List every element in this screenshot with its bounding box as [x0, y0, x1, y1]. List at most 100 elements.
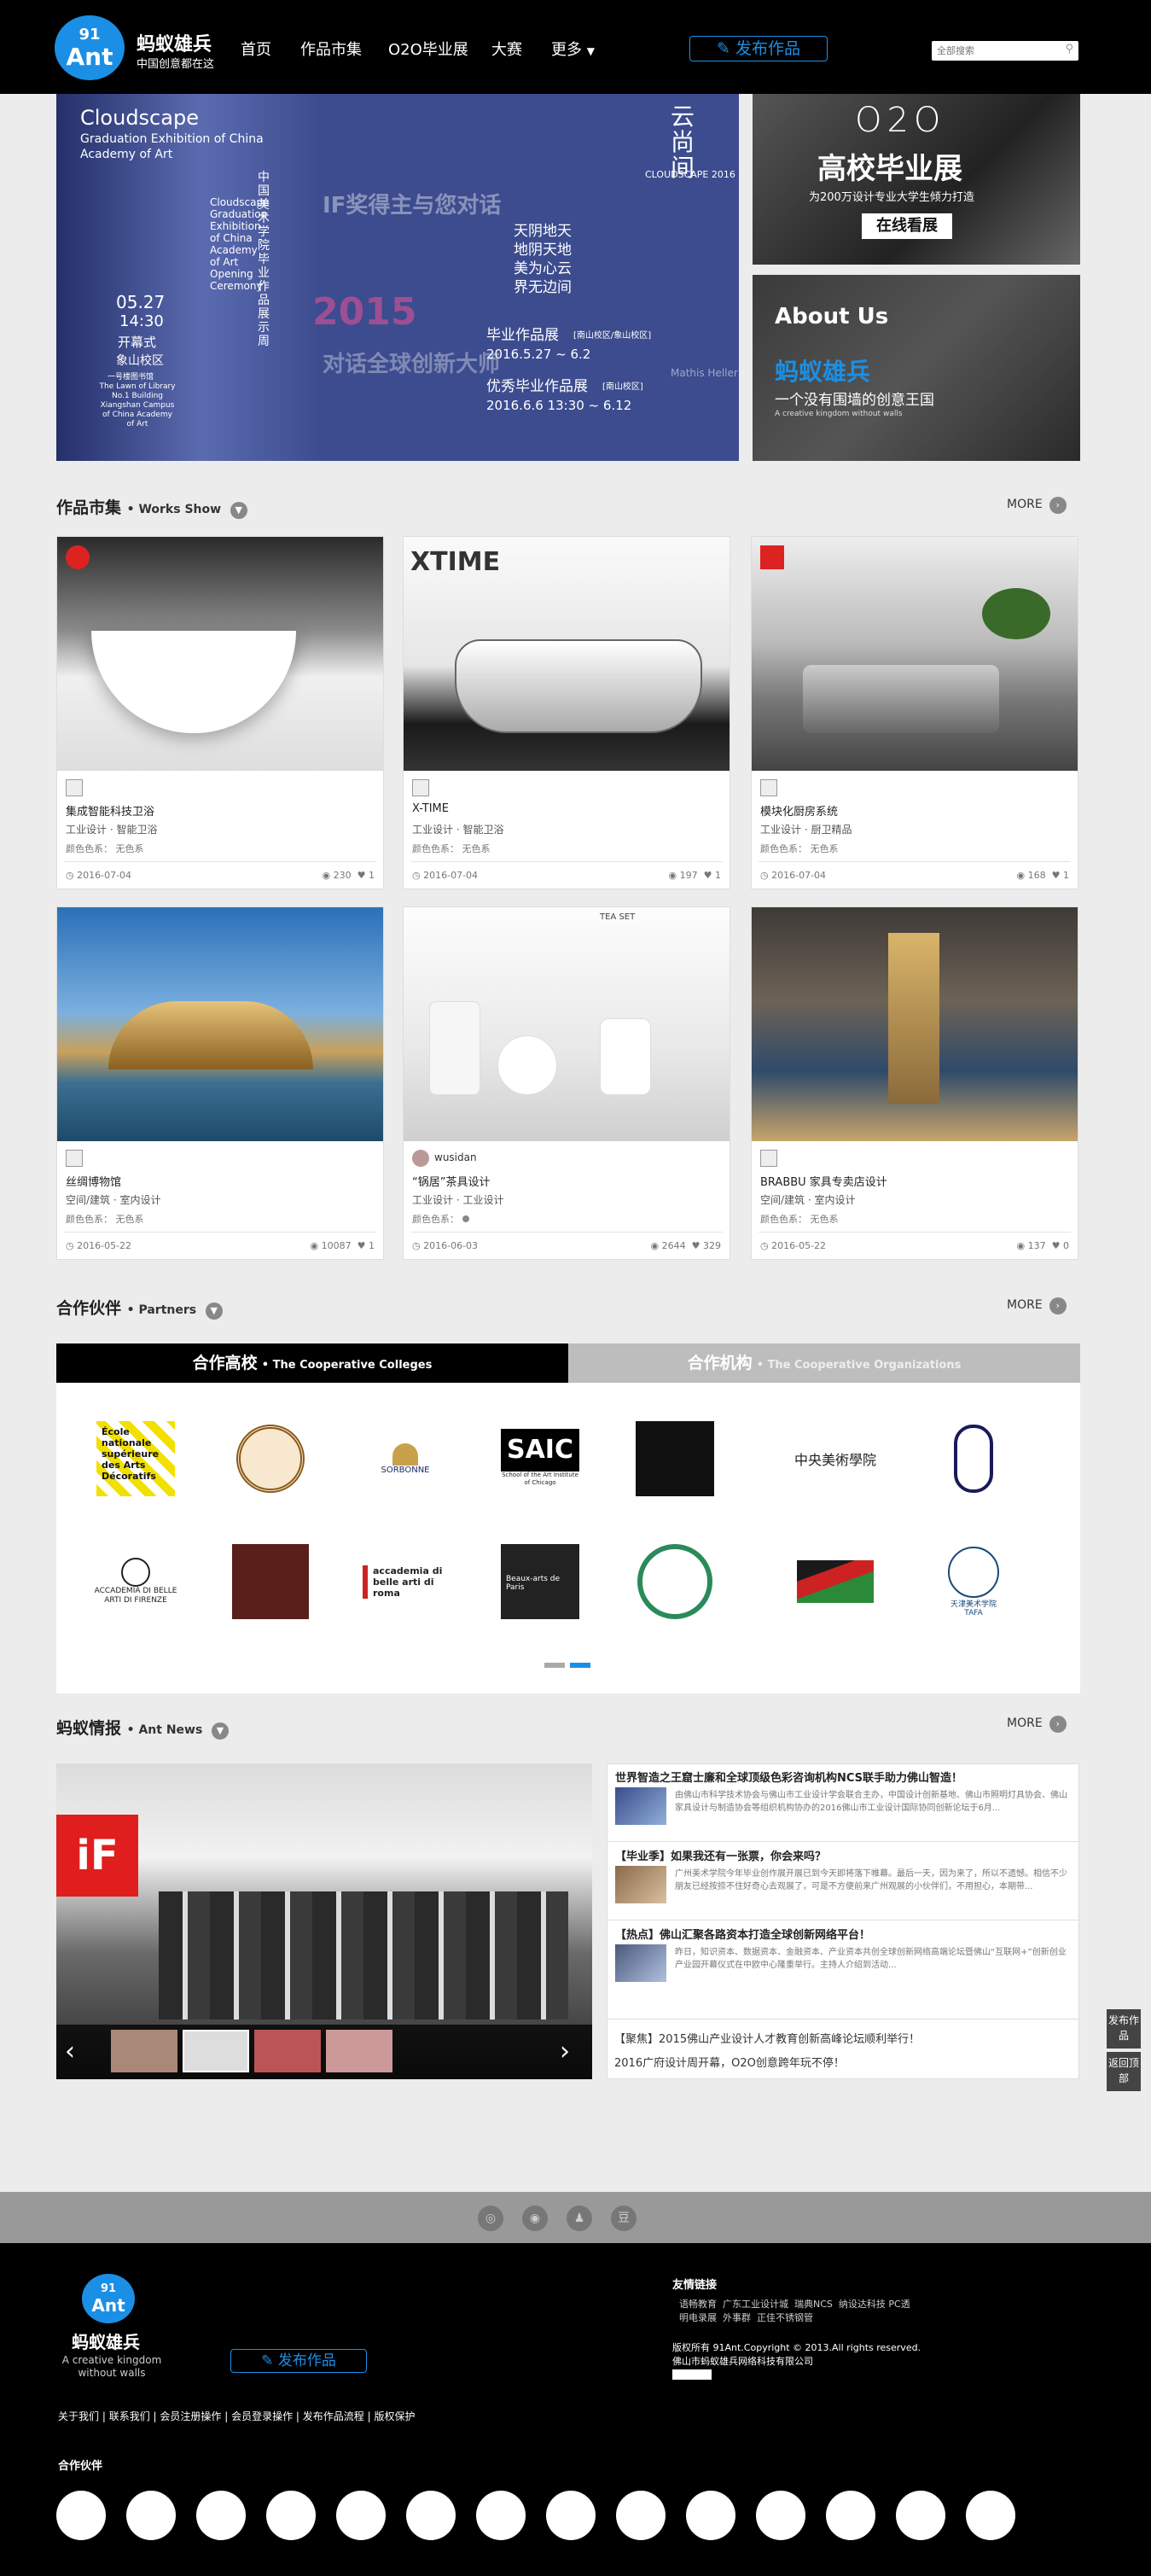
chevron-down-icon[interactable]: ▼: [230, 502, 247, 519]
tab-cooperative-colleges[interactable]: 合作高校 • The Cooperative Colleges: [56, 1343, 568, 1383]
friend-link[interactable]: 外事群: [723, 2312, 751, 2323]
wechat-icon[interactable]: ◎: [478, 2206, 503, 2231]
nav-works-market[interactable]: 作品市集: [300, 38, 362, 60]
work-card[interactable]: 模块化厨房系统 工业设计 · 厨卫精品 颜色色系： 无色系 ◷ 2016-07-…: [751, 536, 1078, 889]
work-title[interactable]: 模块化厨房系统: [760, 802, 838, 819]
search-input[interactable]: [932, 42, 1051, 60]
news-title[interactable]: 【热点】佛山汇聚各路资本打造全球创新网络平台！: [615, 1926, 870, 1942]
chevron-right-icon[interactable]: ›: [560, 2037, 570, 2066]
work-image-silk-museum[interactable]: [57, 907, 383, 1141]
friend-link[interactable]: 瑞典NCS: [794, 2299, 833, 2310]
tafa-logo[interactable]: 天津美术学院 TAFA: [927, 1543, 1020, 1620]
gallery-logo[interactable]: [788, 1543, 882, 1620]
work-title[interactable]: BRABBU 家具专卖店设计: [760, 1173, 887, 1189]
footer-link-copyright[interactable]: 版权保护: [374, 2410, 415, 2422]
news-photo-slider[interactable]: iF ‹ ›: [56, 1763, 592, 2079]
nav-competition[interactable]: 大赛: [491, 38, 522, 60]
news-title[interactable]: 世界智造之王窟士廉和全球顶级色彩咨询机构NCS联手助力佛山智造！: [615, 1769, 962, 1785]
work-image-xtime[interactable]: XTIME: [404, 537, 730, 771]
partner-circle-logo[interactable]: [336, 2491, 386, 2540]
news-link[interactable]: 【聚焦】2015佛山产业设计人才教育创新高峰论坛顺利举行！: [614, 2030, 920, 2046]
beaux-arts-logo[interactable]: Beaux-arts de Paris: [493, 1543, 587, 1620]
o2o-exhibition-banner[interactable]: O2O 高校毕业展 为200万设计专业大学生倾力打造 在线看展: [753, 94, 1080, 265]
heart-icon[interactable]: ♥: [692, 1240, 700, 1251]
university-green-logo[interactable]: [628, 1543, 722, 1620]
roma-logo[interactable]: accademia di belle arti di roma: [358, 1543, 452, 1620]
work-image-kitchen[interactable]: [752, 537, 1078, 771]
hero-banner[interactable]: Cloudscape Graduation Exhibition of Chin…: [56, 94, 739, 461]
partners-more-link[interactable]: MORE ›: [1007, 1297, 1067, 1314]
work-title[interactable]: 集成智能科技卫浴: [66, 802, 154, 819]
heart-icon[interactable]: ♥: [704, 870, 712, 881]
news-more-link[interactable]: MORE ›: [1007, 1716, 1067, 1733]
author-avatar[interactable]: [760, 779, 777, 796]
partner-circle-logo[interactable]: [56, 2491, 106, 2540]
author-avatar[interactable]: [412, 779, 429, 796]
work-card[interactable]: 集成智能科技卫浴 工业设计 · 智能卫浴 颜色色系： 无色系 ◷ 2016-07…: [56, 536, 384, 889]
partner-circle-logo[interactable]: [196, 2491, 246, 2540]
partner-circle-logo[interactable]: [406, 2491, 456, 2540]
partner-circle-logo[interactable]: [756, 2491, 805, 2540]
friend-link[interactable]: 广东工业设计城: [723, 2299, 788, 2310]
news-thumbnail[interactable]: [615, 1866, 666, 1903]
publish-work-button[interactable]: ✎ 发布作品: [689, 36, 828, 61]
author-name[interactable]: wusidan: [434, 1151, 477, 1163]
tab-cooperative-organizations[interactable]: 合作机构 • The Cooperative Organizations: [568, 1343, 1080, 1383]
cafa-logo[interactable]: 中央美術學院: [788, 1420, 882, 1497]
calligraphy-logo[interactable]: [927, 1420, 1020, 1497]
footer-link-login[interactable]: 会员登录操作: [231, 2410, 293, 2422]
work-title[interactable]: 丝绸博物馆: [66, 1173, 121, 1189]
partner-circle-logo[interactable]: [686, 2491, 735, 2540]
work-card[interactable]: BRABBU 家具专卖店设计 空间/建筑 · 室内设计 颜色色系： 无色系 ◷ …: [751, 906, 1078, 1260]
friend-link[interactable]: 语畅教育: [679, 2299, 717, 2310]
cnnic-badge-icon[interactable]: [672, 2369, 712, 2380]
academy-brown-logo[interactable]: [224, 1543, 317, 1620]
about-us-banner[interactable]: About Us 蚂蚁雄兵 一个没有围墙的创意王国 A creative kin…: [753, 275, 1080, 461]
news-title[interactable]: 【毕业季】如果我还有一张票，你会来吗？: [615, 1847, 826, 1863]
weibo-icon[interactable]: ◉: [522, 2206, 548, 2231]
work-image-brabbu-store[interactable]: [752, 907, 1078, 1141]
partner-circle-logo[interactable]: [826, 2491, 875, 2540]
chevron-down-icon[interactable]: ▼: [211, 1722, 229, 1740]
sorbonne-logo[interactable]: SORBONNE: [358, 1420, 452, 1497]
ensad-logo[interactable]: École nationale supérieure des Arts Déco…: [89, 1420, 183, 1497]
qq-icon[interactable]: ♟: [567, 2206, 592, 2231]
heart-icon[interactable]: ♥: [1052, 870, 1061, 881]
news-item[interactable]: 【热点】佛山汇聚各路资本打造全球创新网络平台！ 昨日，知识资本、数据资本、金融资…: [607, 1920, 1079, 2019]
chevron-down-icon[interactable]: ▼: [205, 1303, 223, 1320]
footer-link-publish-flow[interactable]: 发布作品流程: [303, 2410, 364, 2422]
slider-thumbnail[interactable]: [111, 2030, 177, 2072]
footer-link-register[interactable]: 会员注册操作: [160, 2410, 221, 2422]
work-title[interactable]: “锅居”茶具设计: [412, 1173, 490, 1189]
nav-more[interactable]: 更多 ▼: [551, 38, 595, 60]
carousel-dot-2[interactable]: [570, 1663, 590, 1668]
work-image-tea-set[interactable]: TEA SET: [404, 907, 730, 1141]
site-logo[interactable]: 91 Ant: [55, 15, 125, 80]
chevron-left-icon[interactable]: ‹: [65, 2037, 75, 2066]
partner-circle-logo[interactable]: [546, 2491, 596, 2540]
friend-link[interactable]: 纳设达科技: [839, 2299, 886, 2310]
o2o-view-online-button[interactable]: 在线看展: [862, 213, 952, 239]
footer-publish-button[interactable]: ✎ 发布作品: [230, 2349, 367, 2373]
slider-thumbnail[interactable]: [254, 2030, 321, 2072]
work-card[interactable]: TEA SET wusidan “锅居”茶具设计 工业设计 · 工业设计 颜色色…: [403, 906, 730, 1260]
footer-link-contact[interactable]: 联系我们: [109, 2410, 150, 2422]
emblem-logo[interactable]: [628, 1420, 722, 1497]
heart-icon[interactable]: ♥: [1052, 1240, 1061, 1251]
partner-circle-logo[interactable]: [966, 2491, 1015, 2540]
news-thumbnail[interactable]: [615, 1787, 666, 1825]
douban-icon[interactable]: 豆: [611, 2206, 637, 2231]
heart-icon[interactable]: ♥: [358, 1240, 366, 1251]
back-to-top-button[interactable]: 返回顶部: [1107, 2052, 1141, 2091]
footer-logo[interactable]: 91 Ant: [82, 2274, 135, 2323]
partner-circle-logo[interactable]: [266, 2491, 316, 2540]
saic-logo[interactable]: SAIC School of the Art Institute of Chic…: [493, 1420, 587, 1497]
work-title[interactable]: X-TIME: [412, 802, 449, 815]
partner-circle-logo[interactable]: [126, 2491, 176, 2540]
slider-thumbnail[interactable]: [183, 2030, 249, 2072]
slider-thumbnail[interactable]: [326, 2030, 392, 2072]
news-item[interactable]: 【毕业季】如果我还有一张票，你会来吗？ 广州美术学院今年毕业创作展开展已到今天即…: [607, 1842, 1079, 1920]
author-avatar[interactable]: [66, 779, 83, 796]
work-card[interactable]: XTIME X-TIME 工业设计 · 智能卫浴 颜色色系： 无色系 ◷ 201…: [403, 536, 730, 889]
university-seal-logo[interactable]: [224, 1420, 317, 1497]
